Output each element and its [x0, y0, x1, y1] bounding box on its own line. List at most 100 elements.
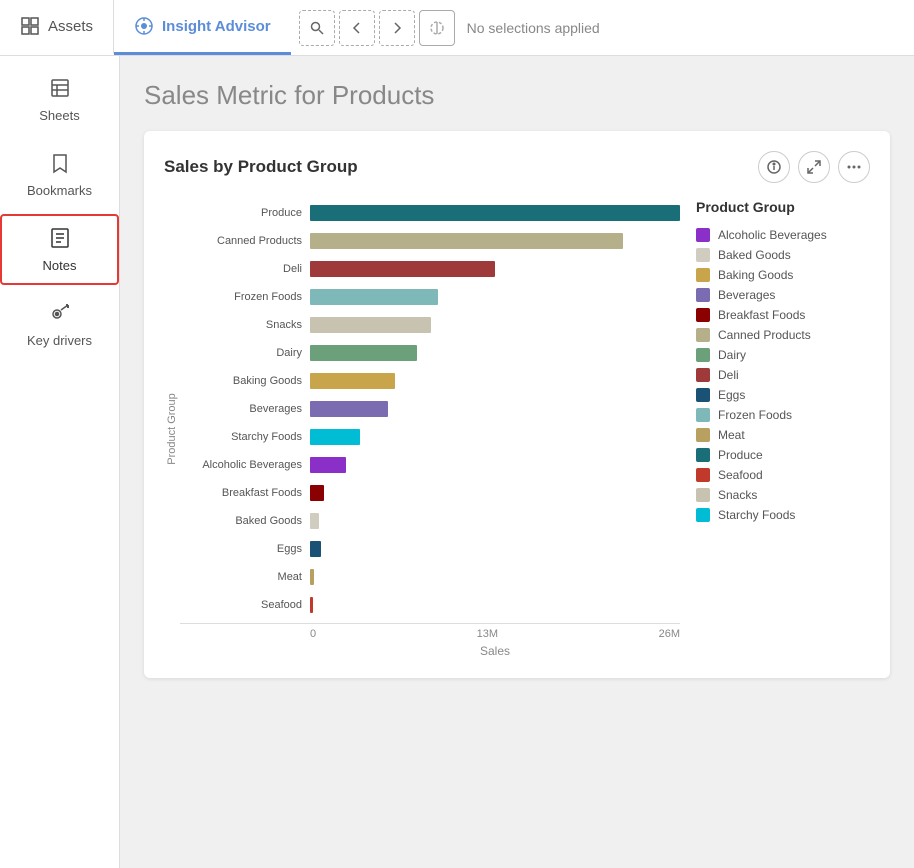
legend-item[interactable]: Starchy Foods [696, 505, 870, 525]
sidebar-item-sheets[interactable]: Sheets [0, 64, 119, 135]
chart-actions [758, 151, 870, 183]
x-axis-label: Sales [180, 644, 680, 658]
page-title: Sales Metric for Products [144, 80, 890, 111]
bar-label: Canned Products [180, 235, 310, 247]
bar-fill [310, 345, 417, 361]
bar-row[interactable]: Meat [180, 563, 680, 591]
legend-color-swatch [696, 348, 710, 362]
legend-color-swatch [696, 488, 710, 502]
sidebar-sheets-label: Sheets [39, 108, 79, 123]
legend-item-label: Deli [718, 368, 739, 382]
search-action-btn[interactable] [299, 10, 335, 46]
bookmarks-icon [48, 151, 72, 179]
legend-title: Product Group [696, 199, 870, 215]
legend-item-label: Baked Goods [718, 248, 791, 262]
legend-item-label: Seafood [718, 468, 763, 482]
legend-item[interactable]: Deli [696, 365, 870, 385]
filter-action-btn[interactable] [419, 10, 455, 46]
bar-row[interactable]: Frozen Foods [180, 283, 680, 311]
sidebar-keydriver-label: Key drivers [27, 333, 92, 348]
sidebar: Sheets Bookmarks Notes [0, 56, 120, 868]
legend-item-label: Canned Products [718, 328, 811, 342]
bar-row[interactable]: Eggs [180, 535, 680, 563]
bar-label: Baking Goods [180, 375, 310, 387]
legend-color-swatch [696, 508, 710, 522]
legend-item-label: Meat [718, 428, 745, 442]
sidebar-item-key-drivers[interactable]: Key drivers [0, 289, 119, 360]
bar-label: Deli [180, 263, 310, 275]
legend-item-label: Produce [718, 448, 763, 462]
chart-legend: Product Group Alcoholic Beverages Baked … [680, 199, 870, 658]
bar-chart-container: Produce Canned Products Deli Frozen Food… [180, 199, 680, 658]
sidebar-item-bookmarks[interactable]: Bookmarks [0, 139, 119, 210]
bar-label: Baked Goods [180, 515, 310, 527]
back-action-btn[interactable] [339, 10, 375, 46]
legend-color-swatch [696, 308, 710, 322]
legend-item[interactable]: Meat [696, 425, 870, 445]
bar-label: Produce [180, 207, 310, 219]
bar-row[interactable]: Starchy Foods [180, 423, 680, 451]
bar-track [310, 429, 680, 445]
legend-color-swatch [696, 328, 710, 342]
legend-item-label: Frozen Foods [718, 408, 792, 422]
tab-assets[interactable]: Assets [0, 0, 114, 55]
bar-row[interactable]: Canned Products [180, 227, 680, 255]
bar-track [310, 541, 680, 557]
bar-track [310, 233, 680, 249]
legend-color-swatch [696, 428, 710, 442]
legend-item[interactable]: Baking Goods [696, 265, 870, 285]
legend-item[interactable]: Canned Products [696, 325, 870, 345]
legend-item-label: Dairy [718, 348, 746, 362]
bar-row[interactable]: Baking Goods [180, 367, 680, 395]
bar-fill [310, 233, 623, 249]
legend-item[interactable]: Breakfast Foods [696, 305, 870, 325]
x-axis: 0 13M 26M [180, 623, 680, 640]
legend-item[interactable]: Eggs [696, 385, 870, 405]
bar-label: Eggs [180, 543, 310, 555]
chart-expand-btn[interactable] [798, 151, 830, 183]
legend-item[interactable]: Frozen Foods [696, 405, 870, 425]
bar-row[interactable]: Produce [180, 199, 680, 227]
chart-card: Sales by Product Group [144, 131, 890, 678]
sidebar-item-notes[interactable]: Notes [0, 214, 119, 285]
chart-info-btn[interactable] [758, 151, 790, 183]
legend-item[interactable]: Dairy [696, 345, 870, 365]
bar-fill [310, 541, 321, 557]
legend-item[interactable]: Snacks [696, 485, 870, 505]
notes-icon [48, 226, 72, 254]
legend-item[interactable]: Seafood [696, 465, 870, 485]
legend-color-swatch [696, 248, 710, 262]
bar-row[interactable]: Seafood [180, 591, 680, 619]
main-area: Sheets Bookmarks Notes [0, 56, 914, 868]
legend-item[interactable]: Beverages [696, 285, 870, 305]
bar-track [310, 569, 680, 585]
bar-row[interactable]: Dairy [180, 339, 680, 367]
legend-item[interactable]: Produce [696, 445, 870, 465]
y-axis-label: Product Group [166, 393, 178, 465]
bar-label: Dairy [180, 347, 310, 359]
tab-insight-label: Insight Advisor [162, 18, 271, 35]
legend-item-label: Baking Goods [718, 268, 793, 282]
bar-fill [310, 373, 395, 389]
bar-track [310, 457, 680, 473]
bar-label: Seafood [180, 599, 310, 611]
tab-insight[interactable]: Insight Advisor [114, 0, 291, 55]
bar-label: Snacks [180, 319, 310, 331]
bar-row[interactable]: Baked Goods [180, 507, 680, 535]
bar-row[interactable]: Breakfast Foods [180, 479, 680, 507]
bar-row[interactable]: Beverages [180, 395, 680, 423]
bar-track [310, 401, 680, 417]
chart-menu-btn[interactable] [838, 151, 870, 183]
legend-item[interactable]: Baked Goods [696, 245, 870, 265]
bar-row[interactable]: Snacks [180, 311, 680, 339]
bar-fill [310, 513, 319, 529]
bar-fill [310, 597, 313, 613]
forward-action-btn[interactable] [379, 10, 415, 46]
bar-chart: Produce Canned Products Deli Frozen Food… [180, 199, 680, 619]
bar-fill [310, 569, 314, 585]
bar-row[interactable]: Deli [180, 255, 680, 283]
legend-item[interactable]: Alcoholic Beverages [696, 225, 870, 245]
bar-row[interactable]: Alcoholic Beverages [180, 451, 680, 479]
chart-body: Product Group Produce Canned Products De… [164, 199, 870, 658]
bar-track [310, 205, 680, 221]
